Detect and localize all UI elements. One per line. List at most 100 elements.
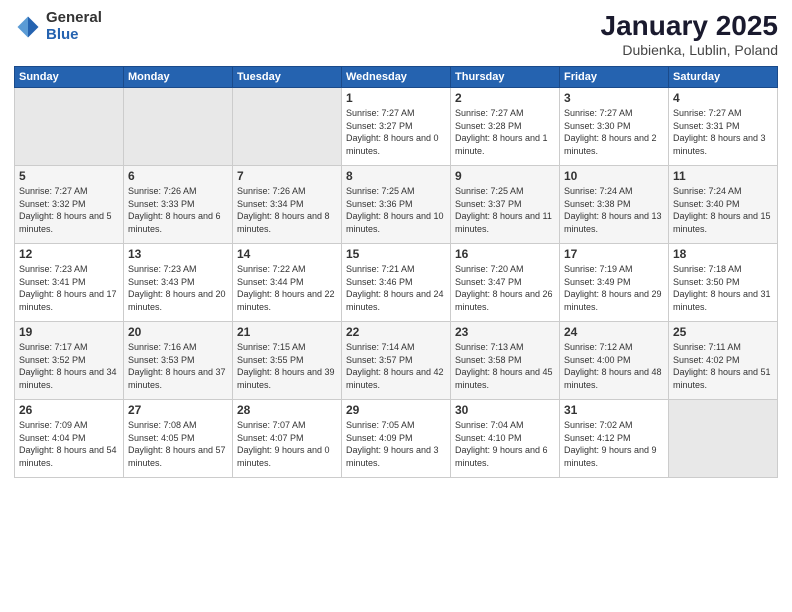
day-number: 26 (19, 403, 119, 417)
title-block: January 2025 Dubienka, Lublin, Poland (601, 10, 778, 58)
week-row-3: 12Sunrise: 7:23 AMSunset: 3:41 PMDayligh… (15, 244, 778, 322)
day-info: Sunrise: 7:09 AMSunset: 4:04 PMDaylight:… (19, 419, 119, 469)
day-info: Sunrise: 7:19 AMSunset: 3:49 PMDaylight:… (564, 263, 664, 313)
calendar-cell: 7 Sunrise: 7:26 AMSunset: 3:34 PMDaylight… (233, 166, 342, 244)
day-info: Sunrise: 7:13 AMSunset: 3:58 PMDaylight:… (455, 341, 555, 391)
day-number: 10 (564, 169, 664, 183)
calendar-cell (124, 88, 233, 166)
calendar-cell: 29 Sunrise: 7:05 AMSunset: 4:09 PMDayligh… (342, 400, 451, 478)
day-number: 19 (19, 325, 119, 339)
calendar-cell: 1 Sunrise: 7:27 AMSunset: 3:27 PMDaylight… (342, 88, 451, 166)
header-monday: Monday (124, 67, 233, 88)
day-info: Sunrise: 7:27 AMSunset: 3:30 PMDaylight:… (564, 107, 664, 157)
day-number: 6 (128, 169, 228, 183)
calendar-cell: 20 Sunrise: 7:16 AMSunset: 3:53 PMDayligh… (124, 322, 233, 400)
header-friday: Friday (560, 67, 669, 88)
day-number: 9 (455, 169, 555, 183)
calendar-cell: 6 Sunrise: 7:26 AMSunset: 3:33 PMDaylight… (124, 166, 233, 244)
calendar-cell: 9 Sunrise: 7:25 AMSunset: 3:37 PMDaylight… (451, 166, 560, 244)
calendar-cell: 18 Sunrise: 7:18 AMSunset: 3:50 PMDayligh… (669, 244, 778, 322)
calendar-cell: 17 Sunrise: 7:19 AMSunset: 3:49 PMDayligh… (560, 244, 669, 322)
day-number: 18 (673, 247, 773, 261)
day-info: Sunrise: 7:22 AMSunset: 3:44 PMDaylight:… (237, 263, 337, 313)
day-number: 22 (346, 325, 446, 339)
calendar-cell: 4Sunrise: 7:27 AMSunset: 3:31 PMDaylight… (669, 88, 778, 166)
header-sunday: Sunday (15, 67, 124, 88)
week-row-4: 19 Sunrise: 7:17 AMSunset: 3:52 PMDayligh… (15, 322, 778, 400)
header: General Blue January 2025 Dubienka, Lubl… (14, 10, 778, 58)
calendar-cell: 8Sunrise: 7:25 AMSunset: 3:36 PMDaylight… (342, 166, 451, 244)
logo: General Blue (14, 10, 102, 43)
day-number: 21 (237, 325, 337, 339)
calendar-cell: 25Sunrise: 7:11 AMSunset: 4:02 PMDayligh… (669, 322, 778, 400)
logo-text: General Blue (46, 10, 102, 43)
day-info: Sunrise: 7:23 AMSunset: 3:43 PMDaylight:… (128, 263, 228, 313)
header-thursday: Thursday (451, 67, 560, 88)
calendar-cell: 30 Sunrise: 7:04 AMSunset: 4:10 PMDayligh… (451, 400, 560, 478)
calendar-cell: 12Sunrise: 7:23 AMSunset: 3:41 PMDayligh… (15, 244, 124, 322)
day-info: Sunrise: 7:26 AMSunset: 3:34 PMDaylight:… (237, 185, 337, 235)
day-info: Sunrise: 7:24 AMSunset: 3:40 PMDaylight:… (673, 185, 773, 235)
day-info: Sunrise: 7:24 AMSunset: 3:38 PMDaylight:… (564, 185, 664, 235)
logo-blue: Blue (46, 27, 102, 44)
calendar-cell: 14Sunrise: 7:22 AMSunset: 3:44 PMDayligh… (233, 244, 342, 322)
day-info: Sunrise: 7:17 AMSunset: 3:52 PMDaylight:… (19, 341, 119, 391)
calendar-cell: 22 Sunrise: 7:14 AMSunset: 3:57 PMDayligh… (342, 322, 451, 400)
calendar-cell: 10 Sunrise: 7:24 AMSunset: 3:38 PMDayligh… (560, 166, 669, 244)
day-info: Sunrise: 7:15 AMSunset: 3:55 PMDaylight:… (237, 341, 337, 391)
day-number: 2 (455, 91, 555, 105)
calendar-subtitle: Dubienka, Lublin, Poland (601, 42, 778, 58)
day-info: Sunrise: 7:05 AMSunset: 4:09 PMDaylight:… (346, 419, 446, 469)
day-info: Sunrise: 7:25 AMSunset: 3:37 PMDaylight:… (455, 185, 555, 235)
calendar-cell: 21 Sunrise: 7:15 AMSunset: 3:55 PMDayligh… (233, 322, 342, 400)
week-row-1: 1 Sunrise: 7:27 AMSunset: 3:27 PMDaylight… (15, 88, 778, 166)
day-number: 15 (346, 247, 446, 261)
day-info: Sunrise: 7:08 AMSunset: 4:05 PMDaylight:… (128, 419, 228, 469)
calendar-cell (233, 88, 342, 166)
day-info: Sunrise: 7:27 AMSunset: 3:27 PMDaylight:… (346, 107, 446, 157)
calendar-cell: 13 Sunrise: 7:23 AMSunset: 3:43 PMDayligh… (124, 244, 233, 322)
day-number: 7 (237, 169, 337, 183)
logo-general: General (46, 10, 102, 27)
day-number: 31 (564, 403, 664, 417)
day-info: Sunrise: 7:16 AMSunset: 3:53 PMDaylight:… (128, 341, 228, 391)
day-number: 24 (564, 325, 664, 339)
day-info: Sunrise: 7:12 AMSunset: 4:00 PMDaylight:… (564, 341, 664, 391)
day-info: Sunrise: 7:02 AMSunset: 4:12 PMDaylight:… (564, 419, 664, 469)
calendar-cell: 26 Sunrise: 7:09 AMSunset: 4:04 PMDayligh… (15, 400, 124, 478)
day-number: 11 (673, 169, 773, 183)
day-number: 20 (128, 325, 228, 339)
day-info: Sunrise: 7:20 AMSunset: 3:47 PMDaylight:… (455, 263, 555, 313)
header-wednesday: Wednesday (342, 67, 451, 88)
week-row-5: 26 Sunrise: 7:09 AMSunset: 4:04 PMDayligh… (15, 400, 778, 478)
day-info: Sunrise: 7:26 AMSunset: 3:33 PMDaylight:… (128, 185, 228, 235)
day-number: 30 (455, 403, 555, 417)
day-number: 4 (673, 91, 773, 105)
calendar-cell: 28Sunrise: 7:07 AMSunset: 4:07 PMDayligh… (233, 400, 342, 478)
day-number: 17 (564, 247, 664, 261)
calendar-table: SundayMondayTuesdayWednesdayThursdayFrid… (14, 66, 778, 478)
calendar-page: General Blue January 2025 Dubienka, Lubl… (0, 0, 792, 612)
day-info: Sunrise: 7:14 AMSunset: 3:57 PMDaylight:… (346, 341, 446, 391)
calendar-header-row: SundayMondayTuesdayWednesdayThursdayFrid… (15, 67, 778, 88)
calendar-cell: 2Sunrise: 7:27 AMSunset: 3:28 PMDaylight… (451, 88, 560, 166)
day-number: 1 (346, 91, 446, 105)
day-info: Sunrise: 7:18 AMSunset: 3:50 PMDaylight:… (673, 263, 773, 313)
header-saturday: Saturday (669, 67, 778, 88)
day-number: 8 (346, 169, 446, 183)
day-number: 13 (128, 247, 228, 261)
logo-icon (14, 13, 42, 41)
calendar-cell: 19 Sunrise: 7:17 AMSunset: 3:52 PMDayligh… (15, 322, 124, 400)
day-info: Sunrise: 7:23 AMSunset: 3:41 PMDaylight:… (19, 263, 119, 313)
day-number: 23 (455, 325, 555, 339)
calendar-cell: 16 Sunrise: 7:20 AMSunset: 3:47 PMDayligh… (451, 244, 560, 322)
day-number: 16 (455, 247, 555, 261)
calendar-cell (669, 400, 778, 478)
calendar-cell: 23 Sunrise: 7:13 AMSunset: 3:58 PMDayligh… (451, 322, 560, 400)
day-number: 29 (346, 403, 446, 417)
day-number: 3 (564, 91, 664, 105)
day-number: 27 (128, 403, 228, 417)
week-row-2: 5Sunrise: 7:27 AMSunset: 3:32 PMDaylight… (15, 166, 778, 244)
calendar-cell: 5Sunrise: 7:27 AMSunset: 3:32 PMDaylight… (15, 166, 124, 244)
day-info: Sunrise: 7:04 AMSunset: 4:10 PMDaylight:… (455, 419, 555, 469)
